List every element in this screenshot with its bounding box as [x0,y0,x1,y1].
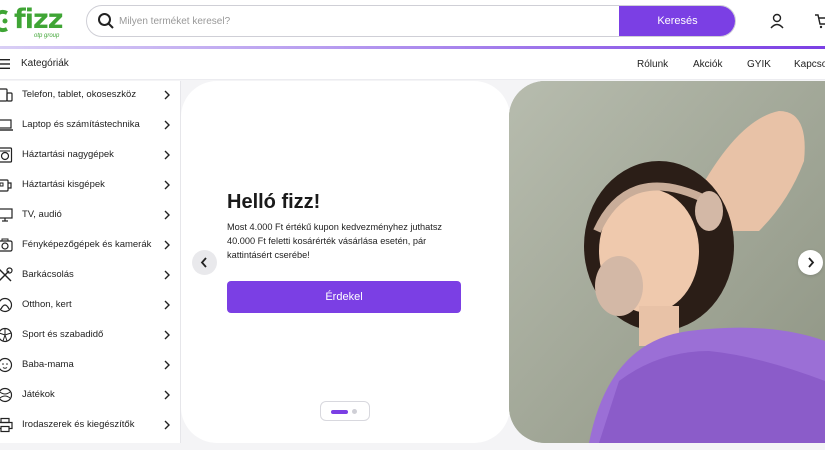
categories-toggle[interactable]: Kategóriák [21,58,69,69]
promo-banner: Helló fizz! Most 4.000 Ft értékű kupon k… [181,81,510,443]
chevron-right-icon [164,120,170,130]
phone-tablet-icon [0,88,13,102]
washing-machine-icon [0,147,13,163]
search-button[interactable]: Keresés [619,6,735,36]
chevron-right-icon [164,300,170,310]
category-label: Irodaszerek és kiegészítők [22,419,135,430]
chevron-right-icon [808,257,815,268]
logo-mark-icon [0,10,8,32]
nav-bar: Kategóriák Rólunk Akciók GYIK Kapcsolat [0,49,825,80]
carousel-prev-button[interactable] [192,250,217,275]
logo-text: fizz [14,4,63,35]
category-label: Barkácsolás [22,269,74,280]
ball-icon [0,327,13,343]
chevron-left-icon [200,257,207,268]
category-label: Sport és szabadidő [22,329,104,340]
category-label: Játékok [22,389,55,400]
category-label: Laptop és számítástechnika [22,119,140,130]
carousel-dot-active[interactable] [331,410,348,414]
category-item[interactable]: Telefon, tablet, okoseszköz [0,81,181,111]
category-label: Háztartási kisgépek [22,179,105,190]
category-item[interactable]: Laptop és számítástechnika [0,111,181,141]
category-label: Fényképezőgépek és kamerák [22,239,152,250]
category-label: Telefon, tablet, okoseszköz [22,89,137,100]
user-icon[interactable] [768,12,786,30]
banner-photo [509,81,825,443]
carousel-pagination [320,401,370,421]
nav-link-deals[interactable]: Akciók [693,59,722,70]
carousel-next-button[interactable] [798,250,823,275]
category-item[interactable]: Sport és szabadidő [0,321,181,351]
laptop-icon [0,119,13,131]
search-input[interactable] [119,6,619,36]
category-item[interactable]: Háztartási kisgépek [0,171,181,201]
chevron-right-icon [164,270,170,280]
baby-icon [0,357,13,373]
interested-button[interactable]: Érdekel [227,281,461,313]
category-item[interactable]: Háztartási nagygépek [0,141,181,171]
chevron-right-icon [164,360,170,370]
printer-icon [0,417,13,433]
nav-link-about[interactable]: Rólunk [637,59,668,70]
category-item[interactable]: Játékok [0,381,181,411]
menu-icon[interactable] [0,59,10,69]
category-item[interactable]: Otthon, kert [0,291,181,321]
category-label: Otthon, kert [22,299,72,310]
chevron-right-icon [164,180,170,190]
chevron-right-icon [164,150,170,160]
camera-icon [0,238,13,252]
category-item[interactable]: Baba-mama [0,351,181,381]
header: fizz otp group Keresés [0,0,825,46]
category-label: TV, audió [22,209,62,220]
chevron-right-icon [164,90,170,100]
home-garden-icon [0,297,13,313]
category-item[interactable]: TV, audió [0,201,181,231]
chevron-right-icon [164,330,170,340]
tools-icon [0,267,13,282]
category-sidebar: Telefon, tablet, okoseszköz Laptop és sz… [0,81,181,443]
woman-with-headphones-image [509,81,825,443]
carousel-dot[interactable] [352,409,357,414]
category-item[interactable]: Irodaszerek és kiegészítők [0,411,181,441]
banner-text: Most 4.000 Ft értékű kupon kedvezményhez… [227,222,443,260]
category-label: Baba-mama [22,359,74,370]
search-bar: Keresés [86,5,736,37]
search-icon [98,13,114,29]
toy-icon [0,387,13,403]
cart-icon[interactable] [814,12,825,30]
category-label: Háztartási nagygépek [22,149,114,160]
chevron-right-icon [164,420,170,430]
fizz-logo[interactable]: fizz otp group [0,3,70,41]
chevron-right-icon [164,390,170,400]
kettle-icon [0,179,12,192]
category-item[interactable]: Fényképezőgépek és kamerák [0,231,181,261]
nav-link-contact[interactable]: Kapcsolat [794,59,825,70]
nav-link-faq[interactable]: GYIK [747,59,771,70]
tv-icon [0,208,13,222]
chevron-right-icon [164,240,170,250]
chevron-right-icon [164,210,170,220]
banner-title: Helló fizz! [227,191,321,213]
category-item[interactable]: Barkácsolás [0,261,181,291]
logo-subtext: otp group [34,33,60,39]
